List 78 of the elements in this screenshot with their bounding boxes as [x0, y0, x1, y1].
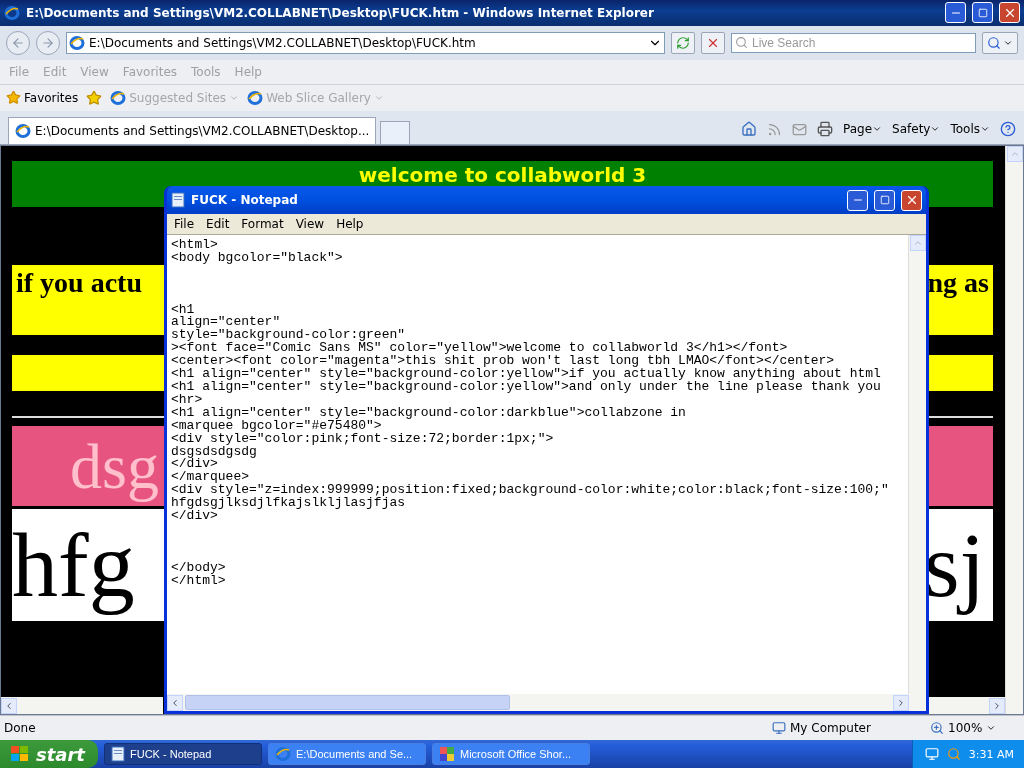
vertical-scrollbar[interactable] — [1005, 146, 1023, 715]
banner-text: ng as — [927, 267, 989, 300]
chevron-icon — [992, 700, 1002, 711]
print-icon[interactable] — [817, 121, 833, 138]
refresh-button[interactable] — [671, 31, 695, 54]
search-button[interactable] — [982, 31, 1018, 54]
forward-button[interactable] — [36, 30, 60, 55]
back-icon — [11, 35, 25, 50]
address-text: E:\Documents and Settings\VM2.COLLABNET\Desktop\FUCK.htm — [89, 35, 477, 50]
horizontal-scrollbar[interactable] — [167, 694, 926, 711]
ie-icon — [275, 746, 291, 762]
command-button[interactable]: Page — [843, 122, 883, 137]
taskbar-button[interactable]: FUCK - Notepad — [104, 743, 262, 765]
overlay-text: sj — [923, 512, 985, 618]
zoom-icon — [930, 721, 944, 736]
chevron-icon — [912, 238, 923, 248]
menu-item[interactable]: Help — [331, 215, 369, 233]
help-icon[interactable] — [1000, 121, 1016, 138]
refresh-icon — [676, 35, 690, 50]
maximize-button[interactable] — [874, 189, 895, 211]
close-button[interactable] — [999, 2, 1020, 24]
marquee-text: dsg — [70, 429, 159, 504]
scroll-thumb[interactable] — [185, 695, 510, 710]
browser-tab[interactable]: E:\Documents and Settings\VM2.COLLABNET\Desktop... — [8, 117, 377, 145]
forward-icon — [41, 35, 55, 50]
square-icon — [879, 195, 890, 205]
menu-item[interactable]: Format — [236, 215, 289, 233]
mail-icon[interactable] — [792, 121, 807, 137]
star-icon — [6, 90, 21, 106]
close-button[interactable] — [901, 189, 922, 211]
restore-button[interactable] — [972, 2, 993, 24]
stop-button[interactable] — [701, 31, 725, 54]
minimize-button[interactable] — [945, 2, 966, 24]
favorites-button[interactable]: Favorites — [6, 90, 79, 106]
ie-icon — [4, 4, 20, 21]
window-title: FUCK - Notepad — [191, 193, 299, 207]
status-text: Done — [3, 721, 37, 736]
notepad-icon — [171, 192, 185, 208]
search-icon — [987, 35, 1001, 50]
menu-item[interactable]: File — [169, 215, 200, 233]
square-icon — [977, 7, 988, 18]
vertical-scrollbar[interactable] — [908, 235, 926, 694]
chevron-icon — [896, 697, 906, 708]
command-button[interactable]: Safety — [892, 122, 941, 137]
back-button[interactable] — [6, 30, 30, 55]
overlay-text: hfg — [12, 512, 135, 618]
page-icon — [15, 123, 31, 140]
zoom-button[interactable]: 100% — [926, 721, 1024, 736]
computer-icon — [772, 721, 786, 736]
chevron-icon — [170, 697, 180, 708]
office-icon — [439, 746, 455, 762]
command-button[interactable]: Tools — [950, 122, 990, 137]
page-heading: welcome to collabworld 3 — [358, 163, 647, 188]
start-button[interactable]: start — [0, 740, 98, 768]
address-field[interactable]: E:\Documents and Settings\VM2.COLLABNET\Desktop\FUCK.htm — [66, 31, 665, 54]
minimize-button[interactable] — [847, 189, 868, 211]
chevron-icon — [4, 700, 14, 711]
window-title: E:\Documents and Settings\VM2.COLLABNET\Desktop\FUCK.htm - Windows Internet Explorer — [26, 5, 655, 20]
windows-logo — [10, 745, 30, 763]
horizontal-scrollbar[interactable] — [929, 697, 1005, 715]
page-icon — [69, 34, 85, 51]
security-zone: My Computer — [768, 721, 926, 736]
feed-icon[interactable] — [767, 121, 782, 137]
clock: 3:31 AM — [968, 747, 1014, 761]
page-icon — [247, 89, 264, 106]
horizontal-scrollbar[interactable] — [1, 697, 163, 715]
new-tab-button[interactable] — [380, 121, 411, 145]
search-field[interactable]: Live Search — [731, 32, 976, 53]
home-icon[interactable] — [741, 121, 757, 138]
search-icon[interactable] — [946, 747, 961, 761]
add-favorite-icon[interactable] — [86, 89, 103, 106]
page-icon — [110, 89, 127, 106]
notepad-icon — [111, 746, 125, 762]
menu-item[interactable]: Edit — [201, 215, 235, 233]
banner-text: if you actu — [16, 267, 142, 300]
menu-item[interactable]: View — [290, 215, 330, 233]
taskbar-button[interactable]: E:\Documents and Se... — [268, 743, 426, 765]
taskbar-button[interactable]: Microsoft Office Shor... — [432, 743, 590, 765]
